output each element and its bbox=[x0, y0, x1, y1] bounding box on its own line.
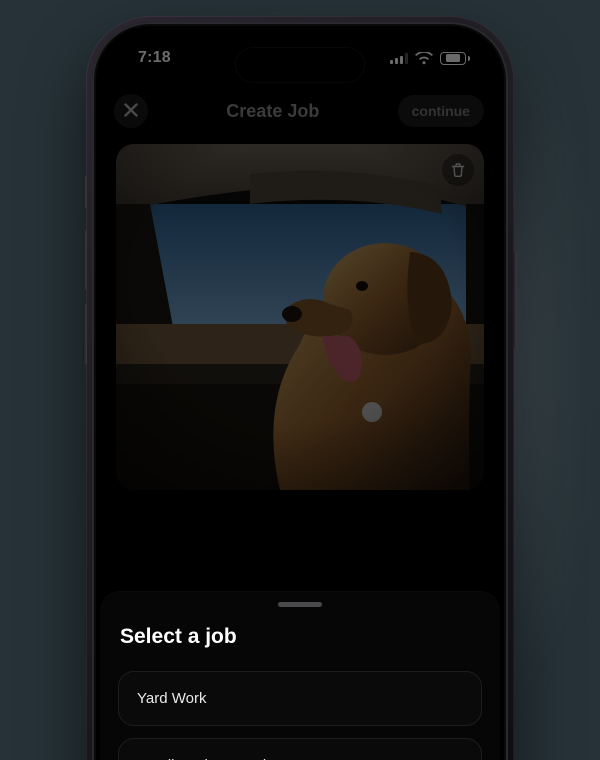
phone-volume-up bbox=[83, 230, 87, 290]
phone-power-button bbox=[513, 252, 517, 348]
screen: 7:18 67 bbox=[100, 30, 500, 760]
phone-volume-down bbox=[83, 304, 87, 364]
phone-silence-switch bbox=[83, 176, 87, 208]
job-option-list: Yard WorkSmall Business HelpDog Walking bbox=[118, 671, 482, 760]
iphone-rim: 7:18 67 bbox=[92, 22, 508, 760]
sheet-title: Select a job bbox=[120, 625, 482, 649]
iphone-frame: 7:18 67 bbox=[86, 16, 514, 760]
dynamic-island bbox=[236, 48, 364, 82]
job-option[interactable]: Yard Work bbox=[118, 671, 482, 726]
job-option[interactable]: Small Business Help bbox=[118, 738, 482, 760]
sheet-grabber[interactable] bbox=[278, 602, 322, 607]
select-job-sheet: Select a job Yard Work Small Business Hel… bbox=[100, 592, 500, 760]
